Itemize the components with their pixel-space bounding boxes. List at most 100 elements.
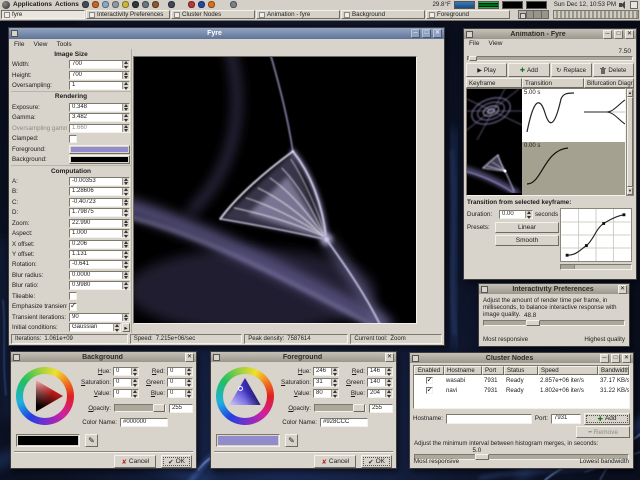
enabled-checkbox[interactable] — [426, 377, 433, 384]
c-spinner[interactable]: -0.40723 — [69, 198, 130, 207]
timeline-scale[interactable]: 7.50 — [467, 48, 633, 62]
launcher-icon[interactable] — [208, 1, 215, 8]
cancel-button[interactable]: ✘Cancel — [114, 455, 156, 468]
red-spinner[interactable]: 146 — [367, 367, 393, 376]
replace-button[interactable]: ↻Replace — [551, 63, 592, 77]
fyre-titlebar[interactable]: Fyre ─ □ ✕ — [9, 28, 444, 39]
b-spinner[interactable]: 1.28606 — [69, 187, 130, 196]
workspace-switcher[interactable] — [518, 10, 549, 19]
menu-file[interactable]: File — [14, 41, 24, 48]
taskbar-button-interactivity[interactable]: Interactivity Preferences — [86, 10, 170, 19]
keyframe-scrollbar[interactable]: ▲ ▼ — [626, 88, 634, 196]
opacity-field[interactable]: 255 — [369, 404, 393, 413]
header-enabled[interactable]: Enabled — [414, 366, 444, 375]
foreground-titlebar[interactable]: Foreground ✕ — [211, 352, 396, 362]
clock[interactable]: Sun Dec 12, 10:53 PM — [554, 1, 616, 8]
cancel-button[interactable]: ✘Cancel — [314, 455, 356, 468]
delete-button[interactable]: Delete — [593, 63, 634, 77]
taskbar-button-animation[interactable]: Animation - fyre — [256, 10, 340, 19]
launcher-icon[interactable] — [152, 1, 159, 8]
scroll-up-arrow[interactable]: ▲ — [627, 89, 633, 97]
minimize-button[interactable]: ─ — [600, 354, 609, 363]
taskbar-button-background[interactable]: Background — [341, 10, 425, 19]
launcher-icon[interactable] — [188, 1, 195, 8]
slider-handle[interactable] — [526, 320, 540, 326]
system-monitor-cpu[interactable] — [454, 1, 475, 9]
transient-iterations-spinner[interactable]: 90 — [69, 313, 130, 322]
aspect-spinner[interactable]: 1.000 — [69, 229, 130, 238]
opacity-slider[interactable] — [114, 404, 166, 412]
system-monitor-swap[interactable] — [526, 1, 547, 9]
column-bifurcation[interactable]: Bifurcation Diagram — [584, 78, 634, 88]
oversampling-spinner[interactable]: 1 — [69, 81, 130, 90]
color-name-field[interactable]: #000000 — [120, 418, 168, 427]
enabled-checkbox[interactable] — [426, 387, 433, 394]
eyedropper-button[interactable]: ✎ — [285, 434, 298, 447]
scroll-down-arrow[interactable]: ▼ — [627, 187, 633, 195]
menu-file[interactable]: File — [469, 40, 479, 47]
animation-titlebar[interactable]: Animation - Fyre ─ □ ✕ — [464, 29, 636, 39]
menu-view[interactable]: View — [33, 41, 47, 48]
launcher-icon[interactable] — [92, 1, 99, 8]
red-spinner[interactable]: 0 — [167, 367, 193, 376]
header-hostname[interactable]: Hostname — [444, 366, 482, 375]
opacity-handle[interactable] — [353, 404, 365, 412]
opacity-field[interactable]: 255 — [169, 404, 193, 413]
scroll-thumb[interactable] — [627, 97, 633, 187]
window-menu-icon[interactable] — [13, 354, 20, 361]
launcher-icon[interactable] — [168, 1, 175, 8]
play-button[interactable]: ▶Play — [466, 63, 507, 77]
window-menu-icon[interactable] — [466, 31, 473, 38]
taskbar-button-fyre[interactable]: fyre — [1, 10, 85, 19]
y-offset-spinner[interactable]: 1.131 — [69, 250, 130, 259]
preset-linear-button[interactable]: Linear — [495, 222, 559, 233]
system-monitor-net[interactable] — [502, 1, 523, 9]
preset-smooth-button[interactable]: Smooth — [495, 235, 559, 246]
saturation-spinner[interactable]: 31 — [313, 378, 339, 387]
blue-spinner[interactable]: 0 — [167, 389, 193, 398]
color-wheel[interactable] — [216, 367, 274, 425]
table-row[interactable]: wasabi 7931 Ready 2.857e+06 iter/s 37.17… — [414, 375, 629, 385]
close-button[interactable]: ✕ — [625, 30, 634, 39]
foreground-color-button[interactable] — [69, 145, 130, 154]
menu-view[interactable]: View — [488, 40, 502, 47]
background-color-button[interactable] — [69, 155, 130, 164]
transition-curve-editor[interactable] — [560, 208, 632, 270]
render-time-slider[interactable] — [483, 320, 625, 326]
keyframe-row[interactable]: 5.00 s — [467, 89, 625, 142]
blur-radius-spinner[interactable]: 0.0000 — [69, 271, 130, 280]
minimize-button[interactable]: ─ — [603, 30, 612, 39]
port-input[interactable]: 7931 — [551, 414, 581, 424]
window-menu-icon[interactable] — [481, 286, 488, 293]
menu-tools[interactable]: Tools — [56, 41, 71, 48]
tileable-checkbox[interactable] — [69, 292, 77, 300]
render-view[interactable] — [133, 56, 417, 324]
x-offset-spinner[interactable]: 0.206 — [69, 240, 130, 249]
maximize-button[interactable]: □ — [611, 354, 620, 363]
launcher-icon[interactable] — [142, 1, 149, 8]
eyedropper-button[interactable]: ✎ — [85, 434, 98, 447]
header-bandwidth[interactable]: Bandwidth — [598, 366, 629, 375]
ok-button[interactable]: ✔OK — [361, 455, 392, 468]
maximize-button[interactable]: □ — [614, 30, 623, 39]
zoom-spinner[interactable]: 22.990 — [69, 219, 130, 228]
window-menu-icon[interactable] — [11, 30, 18, 37]
window-menu-icon[interactable] — [412, 355, 419, 362]
initial-conditions-selector[interactable]: Gaussian — [69, 323, 121, 332]
curve-editor-scrollbar[interactable] — [560, 264, 632, 270]
close-button[interactable]: ✕ — [622, 354, 631, 363]
show-desktop-icon[interactable] — [630, 1, 638, 9]
opacity-slider[interactable] — [314, 404, 366, 412]
background-titlebar[interactable]: Background ✕ — [11, 352, 196, 362]
launcher-icon[interactable] — [112, 1, 119, 8]
initial-conditions-expand-button[interactable]: ▸ — [122, 323, 130, 332]
launcher-icon[interactable] — [198, 1, 205, 8]
close-button[interactable]: ✕ — [385, 353, 394, 362]
opacity-handle[interactable] — [153, 404, 165, 412]
volume-icon[interactable] — [619, 1, 627, 9]
close-button[interactable]: ✕ — [433, 29, 442, 38]
table-row[interactable]: navi 7931 Ready 1.802e+06 iter/s 31.22 K… — [414, 385, 629, 395]
minimize-button[interactable]: ─ — [411, 29, 420, 38]
clamped-checkbox[interactable] — [69, 135, 77, 143]
green-spinner[interactable]: 140 — [367, 378, 393, 387]
